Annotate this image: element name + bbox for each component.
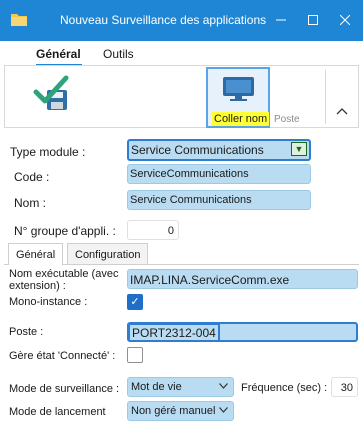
mono-instance-label: Mono-instance : xyxy=(9,296,88,308)
poste-ribbon-label: Poste xyxy=(274,114,300,125)
gere-etat-label: Gère état 'Connecté' : xyxy=(9,350,116,362)
close-icon xyxy=(339,14,351,26)
mode-surveillance-label: Mode de surveillance : xyxy=(9,383,120,395)
ribbon-tab-general[interactable]: Général xyxy=(36,47,81,61)
chevron-down-icon xyxy=(219,381,228,391)
chevron-down-icon xyxy=(219,405,228,415)
inner-tabs: Général Configuration xyxy=(0,243,363,265)
tab-configuration[interactable]: Configuration xyxy=(67,243,149,265)
executable-value: IMAP.LINA.ServiceComm.exe xyxy=(130,273,290,287)
nom-input[interactable]: Service Communications xyxy=(127,190,311,210)
coller-nom-label: Coller nom xyxy=(212,112,270,126)
ribbon-tabs: Général Outils xyxy=(0,41,363,66)
frequence-label: Fréquence (sec) : xyxy=(241,382,328,394)
title-bar: Nouveau Surveillance des applications xyxy=(0,0,363,41)
folder-icon xyxy=(11,14,27,26)
poste-value: PORT2312-004 xyxy=(129,324,220,340)
ribbon-tab-outils[interactable]: Outils xyxy=(103,47,134,61)
monitor-icon xyxy=(223,77,254,101)
tab-general[interactable]: Général xyxy=(8,243,64,265)
ribbon-separator xyxy=(325,70,326,124)
groupe-value: 0 xyxy=(167,225,174,237)
frequence-value: 30 xyxy=(340,382,353,394)
chevron-down-icon[interactable]: ▼ xyxy=(291,142,307,156)
poste-input[interactable]: PORT2312-004 xyxy=(127,322,358,342)
type-module-select[interactable]: Service Communications ▼ xyxy=(127,139,311,161)
nom-value: Service Communications xyxy=(130,194,252,206)
code-value: ServiceCommunications xyxy=(130,168,249,180)
poste-label: Poste : xyxy=(9,326,44,338)
groupe-input[interactable]: 0 xyxy=(127,220,179,240)
frequence-input[interactable]: 30 xyxy=(331,377,358,397)
maximize-button[interactable] xyxy=(302,9,324,31)
coller-nom-button[interactable]: Coller nom xyxy=(206,67,270,128)
window-title: Nouveau Surveillance des applications xyxy=(60,13,267,27)
save-check-icon[interactable] xyxy=(33,74,73,114)
gere-etat-checkbox[interactable] xyxy=(127,347,143,363)
maximize-icon xyxy=(308,15,318,25)
executable-label: Nom exécutable (avec extension) : xyxy=(9,268,119,292)
code-input[interactable]: ServiceCommunications xyxy=(127,164,311,184)
type-module-value: Service Communications xyxy=(131,143,264,157)
ribbon-panel: Coller nom Poste xyxy=(4,65,359,128)
type-module-label: Type module : xyxy=(10,145,86,159)
mode-lancement-value: Non géré manuel xyxy=(131,405,216,417)
executable-input[interactable]: IMAP.LINA.ServiceComm.exe xyxy=(127,269,358,289)
mode-surveillance-select[interactable]: Mot de vie xyxy=(127,377,234,397)
code-label: Code : xyxy=(14,170,50,184)
mono-instance-checkbox[interactable]: ✓ xyxy=(127,294,143,310)
close-button[interactable] xyxy=(334,9,356,31)
chevron-up-icon xyxy=(336,108,348,115)
mode-lancement-label: Mode de lancement xyxy=(9,406,106,418)
collapse-ribbon-button[interactable] xyxy=(332,104,352,120)
mode-lancement-select[interactable]: Non géré manuel xyxy=(127,401,234,421)
nom-label: Nom : xyxy=(14,196,47,210)
groupe-label: N° groupe d'appli. : xyxy=(14,224,116,238)
minimize-button[interactable] xyxy=(270,9,292,31)
minimize-icon xyxy=(276,19,286,21)
mode-surveillance-value: Mot de vie xyxy=(131,381,182,393)
